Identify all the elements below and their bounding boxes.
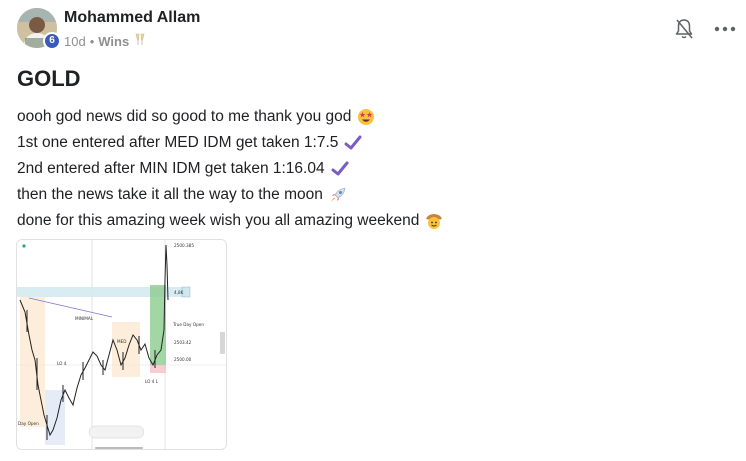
chart-image-attachment[interactable]: 2500.385 4,8K True Day Open 2503.42 2500…: [16, 239, 227, 450]
bell-off-icon[interactable]: [674, 18, 694, 40]
check-mark-icon: [344, 135, 362, 150]
post-line: 2nd entered after MIN IDM get taken 1:16…: [17, 156, 443, 182]
rocket-emoji-icon: [330, 187, 346, 202]
post-meta: 10d • Wins: [64, 33, 146, 50]
chart-label: 2503.42: [174, 340, 192, 345]
level-badge: 6: [43, 32, 61, 50]
post-category[interactable]: Wins: [98, 34, 129, 49]
post-line: then the news take it all the way to the…: [17, 182, 443, 208]
chart-label: 4,8K: [174, 290, 184, 295]
chart-label: 2500.00: [174, 357, 192, 362]
post-line-text: 1st one entered after MED IDM get taken …: [17, 134, 339, 151]
community-post: 6 Mohammed Allam 10d • Wins GOLD oooh go…: [0, 0, 746, 461]
chart-label: MED: [117, 339, 126, 344]
post-line-text: done for this amazing week wish you all …: [17, 212, 420, 229]
author-avatar[interactable]: 6: [17, 8, 61, 50]
post-body: oooh god news did so good to me thank yo…: [17, 104, 443, 234]
check-mark-icon: [331, 161, 349, 176]
meta-separator: •: [89, 34, 95, 49]
chart-label: MINIMAL: [75, 316, 94, 321]
chart-label: 2500.385: [174, 243, 194, 248]
chart-label: Day Open: [18, 421, 39, 426]
post-line: oooh god news did so good to me thank yo…: [17, 104, 443, 130]
post-line-text: 2nd entered after MIN IDM get taken 1:16…: [17, 160, 325, 177]
post-line: done for this amazing week wish you all …: [17, 208, 443, 234]
post-line-text: oooh god news did so good to me thank yo…: [17, 108, 352, 125]
post-line: 1st one entered after MED IDM get taken …: [17, 130, 443, 156]
author-name[interactable]: Mohammed Allam: [64, 9, 200, 27]
chart-label: LO 4 L: [145, 379, 159, 384]
post-title: GOLD: [17, 66, 81, 91]
cowboy-face-emoji-icon: [426, 214, 443, 229]
chart-label: True Day Open: [172, 322, 204, 327]
post-time: 10d: [64, 34, 86, 49]
trading-chart-image: 2500.385 4,8K True Day Open 2503.42 2500…: [17, 240, 226, 449]
more-horizontal-icon[interactable]: [712, 20, 738, 38]
post-line-text: then the news take it all the way to the…: [17, 186, 323, 203]
chart-label: LO 4: [57, 361, 67, 366]
star-struck-emoji-icon: [358, 109, 375, 125]
champagne-icon: [134, 33, 146, 50]
